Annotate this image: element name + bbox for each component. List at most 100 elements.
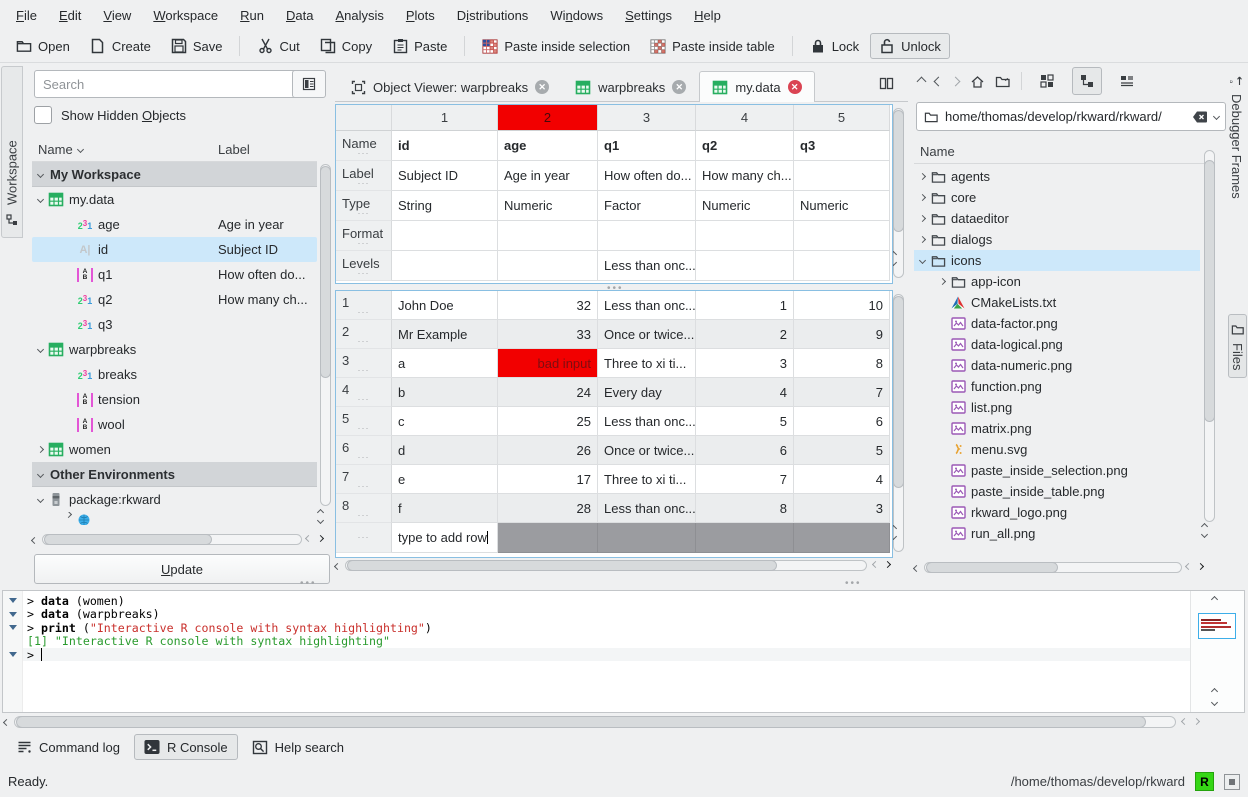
meta-vscroll-thumb[interactable] <box>893 110 904 232</box>
file-item-data-logical-png[interactable]: data-logical.png <box>914 334 1200 355</box>
workspace-item-breaks[interactable]: 231breaks <box>32 362 317 387</box>
meta-cell-levels-col3[interactable]: Less than onc... <box>598 251 696 281</box>
files-name-column-header[interactable]: Name <box>920 144 955 159</box>
meta-cell-format-col4[interactable] <box>696 221 794 251</box>
data-cell-r8-c5[interactable]: 3 <box>794 494 890 523</box>
data-cell-r7-c1[interactable]: e <box>392 465 498 494</box>
file-item-core[interactable]: core <box>914 187 1200 208</box>
r-engine-status-badge[interactable]: R <box>1195 772 1214 791</box>
data-cell-r7-c5[interactable]: 4 <box>794 465 890 494</box>
column-header-1[interactable]: 1 <box>392 105 498 131</box>
file-item-paste-inside-selection-png[interactable]: paste_inside_selection.png <box>914 460 1200 481</box>
document-tab-my-data[interactable]: my.data✕ <box>699 71 814 102</box>
meta-cell-format-col1[interactable] <box>392 221 498 251</box>
paste-inside-table-button[interactable]: Paste inside table <box>641 33 784 59</box>
workspace-item-wool[interactable]: ABwool <box>32 412 317 437</box>
data-cell-r2-c4[interactable]: 2 <box>696 320 794 349</box>
menu-data[interactable]: Data <box>276 5 323 26</box>
document-tab-warpbreaks[interactable]: warpbreaks✕ <box>562 71 699 102</box>
expander-icon[interactable] <box>919 173 926 180</box>
cut-button[interactable]: Cut <box>248 33 308 59</box>
files-vscroll-thumb[interactable] <box>1204 160 1215 422</box>
meta-cell-name-col4[interactable]: q2 <box>696 131 794 161</box>
meta-cell-type-col4[interactable]: Numeric <box>696 191 794 221</box>
files-hscroll-left[interactable] <box>913 565 920 572</box>
show-hidden-objects[interactable]: Show Hidden Objects <box>34 106 186 124</box>
expander-icon[interactable] <box>37 446 44 453</box>
bad-input-cell[interactable]: bad input <box>498 349 598 378</box>
file-item-list-png[interactable]: list.png <box>914 397 1200 418</box>
row-header-5[interactable]: 5··· <box>336 407 392 436</box>
details-view-button[interactable] <box>1112 67 1142 95</box>
editor-hscroll-thumb[interactable] <box>347 560 777 571</box>
workspace-item-q1[interactable]: ABq1How often do... <box>32 262 317 287</box>
data-cell-r5-c5[interactable]: 6 <box>794 407 890 436</box>
expander-icon[interactable] <box>919 236 926 243</box>
console-hscroll-left[interactable] <box>3 719 10 726</box>
meta-row-header-type[interactable]: Type··· <box>336 191 392 221</box>
workspace-item-my-data[interactable]: my.data <box>32 187 317 212</box>
meta-cell-format-col2[interactable] <box>498 221 598 251</box>
tab-close-icon[interactable]: ✕ <box>672 80 686 94</box>
row-header-2[interactable]: 2··· <box>336 320 392 349</box>
expander-icon[interactable] <box>37 346 44 353</box>
row-header-4[interactable]: 4··· <box>336 378 392 407</box>
meta-cell-levels-col5[interactable] <box>794 251 890 281</box>
data-cell-r8-c2[interactable]: 28 <box>498 494 598 523</box>
menu-settings[interactable]: Settings <box>615 5 682 26</box>
home-icon[interactable] <box>969 73 985 89</box>
go-back-icon[interactable] <box>934 76 944 86</box>
file-item-menu-svg[interactable]: menu.svg <box>914 439 1200 460</box>
data-cell-r1-c1[interactable]: John Doe <box>392 291 498 320</box>
meta-cell-label-col4[interactable]: How many ch... <box>696 161 794 191</box>
data-cell-r4-c2[interactable]: 24 <box>498 378 598 407</box>
console-splitter-handle2[interactable]: ••• <box>845 578 862 589</box>
meta-cell-label-col2[interactable]: Age in year <box>498 161 598 191</box>
data-cell-r1-c5[interactable]: 10 <box>794 291 890 320</box>
file-item-rkward-logo-png[interactable]: rkward_logo.png <box>914 502 1200 523</box>
file-item-cmakelists-txt[interactable]: CMakeLists.txt <box>914 292 1200 313</box>
unlock-button[interactable]: Unlock <box>870 33 950 59</box>
update-button[interactable]: Update <box>34 554 330 584</box>
menu-help[interactable]: Help <box>684 5 731 26</box>
workspace-hscroll-left[interactable] <box>31 537 38 544</box>
file-item-dataeditor[interactable]: dataeditor <box>914 208 1200 229</box>
meta-cell-name-col1[interactable]: id <box>392 131 498 161</box>
paste-inside-selection-button[interactable]: Paste inside selection <box>473 33 639 59</box>
label-column-header[interactable]: Label <box>218 142 250 157</box>
workspace-item-q3[interactable]: 231q3 <box>32 312 317 337</box>
workspace-item-warpbreaks[interactable]: warpbreaks <box>32 337 317 362</box>
console-text[interactable]: > data (women)> data (warpbreaks)> print… <box>23 591 1190 712</box>
expander-icon[interactable] <box>939 278 946 285</box>
go-forward-icon[interactable] <box>951 76 961 86</box>
add-row-header[interactable]: ··· <box>336 523 392 553</box>
expander-icon[interactable] <box>37 470 44 477</box>
data-cell-r2-c3[interactable]: Once or twice... <box>598 320 696 349</box>
data-cell-r8-c4[interactable]: 8 <box>696 494 794 523</box>
expander-icon[interactable] <box>37 170 44 177</box>
workspace-vscroll-thumb[interactable] <box>320 166 331 378</box>
add-row-input[interactable]: type to add row <box>392 523 498 553</box>
expander-icon[interactable] <box>37 196 44 203</box>
column-header-3[interactable]: 3 <box>598 105 696 131</box>
view-options-button[interactable] <box>292 70 326 98</box>
workspace-item-clipped[interactable] <box>32 512 317 525</box>
meta-cell-levels-col4[interactable] <box>696 251 794 281</box>
split-view-icon[interactable] <box>878 75 894 91</box>
workspace-item-q2[interactable]: 231q2How many ch... <box>32 287 317 312</box>
tree-view-button[interactable] <box>1072 67 1102 95</box>
meta-cell-label-col3[interactable]: How often do... <box>598 161 696 191</box>
save-button[interactable]: Save <box>162 33 232 59</box>
data-cell-r6-c1[interactable]: d <box>392 436 498 465</box>
data-cell-r3-c3[interactable]: Three to xi ti... <box>598 349 696 378</box>
tab-modified-close-icon[interactable]: ✕ <box>788 80 802 94</box>
workspace-hscroll-arrows[interactable] <box>306 536 323 541</box>
data-cell-r3-c5[interactable]: 8 <box>794 349 890 378</box>
menu-distributions[interactable]: Distributions <box>447 5 539 26</box>
stop-engine-icon[interactable] <box>1224 774 1240 790</box>
editor-hscroll-left[interactable] <box>334 563 341 570</box>
file-item-matrix-png[interactable]: matrix.png <box>914 418 1200 439</box>
expander-icon[interactable] <box>37 496 44 503</box>
go-up-icon[interactable] <box>917 76 927 86</box>
meta-cell-label-col1[interactable]: Subject ID <box>392 161 498 191</box>
